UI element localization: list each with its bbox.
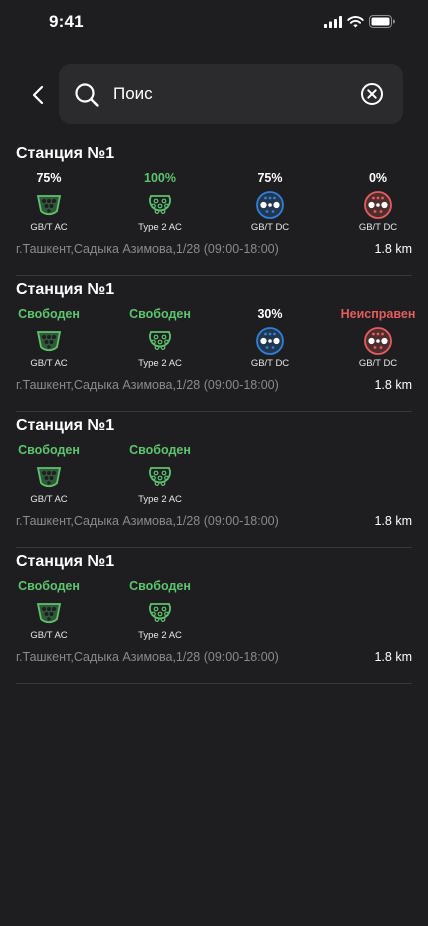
gbt-ac-connector-icon bbox=[34, 462, 64, 492]
connector-item[interactable]: Свободен Type 2 AC bbox=[120, 306, 200, 369]
connector-status: 30% bbox=[257, 307, 283, 321]
gbt-dc-connector-icon bbox=[255, 326, 285, 356]
connector-status: Неисправен bbox=[340, 307, 416, 321]
cellular-signal-icon bbox=[324, 15, 342, 28]
connector-status: Свободен bbox=[18, 579, 80, 593]
connector-item[interactable]: Свободен Type 2 AC bbox=[120, 442, 200, 505]
connector-label: Type 2 AC bbox=[138, 222, 182, 233]
connector-status: 0% bbox=[368, 171, 388, 185]
clear-search-icon[interactable] bbox=[360, 82, 384, 106]
station-address: г.Ташкент,Садыка Азимова,1/28 (09:00-18:… bbox=[16, 650, 279, 664]
gbt-ac-connector-icon bbox=[34, 326, 64, 356]
search-bar[interactable] bbox=[59, 64, 403, 124]
station-distance: 1.8 km bbox=[374, 378, 412, 392]
connector-status: Свободен bbox=[129, 443, 191, 457]
search-icon bbox=[75, 83, 99, 107]
station-address: г.Ташкент,Садыка Азимова,1/28 (09:00-18:… bbox=[16, 378, 279, 392]
station-card[interactable]: Станция №1 Свободен GB/T AC Свободен Type 2 … bbox=[16, 276, 415, 412]
station-title: Станция №1 bbox=[16, 417, 115, 434]
connector-status: Свободен bbox=[18, 307, 80, 321]
connector-item[interactable]: Свободен GB/T AC bbox=[9, 578, 89, 641]
connector-label: GB/T AC bbox=[30, 630, 68, 641]
connector-status: Свободен bbox=[129, 579, 191, 593]
type2-ac-connector-icon bbox=[145, 326, 175, 356]
connector-status: Свободен bbox=[129, 307, 191, 321]
chevron-left-icon bbox=[32, 85, 44, 105]
connector-label: GB/T AC bbox=[30, 358, 68, 369]
connector-label: Type 2 AC bbox=[138, 630, 182, 641]
station-card[interactable]: Станция №1 Свободен GB/T AC Свободен Type 2 … bbox=[16, 412, 412, 548]
station-address: г.Ташкент,Садыка Азимова,1/28 (09:00-18:… bbox=[16, 514, 279, 528]
connector-status: Свободен bbox=[18, 443, 80, 457]
connector-item[interactable]: 30% GB/T DC bbox=[230, 306, 310, 369]
connector-item[interactable]: 75% GB/T DC bbox=[230, 170, 310, 233]
station-card[interactable]: Станция №1 Свободен GB/T AC Свободен Type 2 … bbox=[16, 548, 412, 684]
station-title: Станция №1 bbox=[16, 553, 115, 570]
station-distance: 1.8 km bbox=[374, 650, 412, 664]
connector-status: 100% bbox=[144, 171, 176, 185]
station-distance: 1.8 km bbox=[374, 514, 412, 528]
connector-item[interactable]: 0% GB/T DC bbox=[338, 170, 418, 233]
search-input[interactable] bbox=[113, 83, 343, 105]
station-card[interactable]: Станция №1 75% GB/T AC 100% Type 2 AC 75% GB/T… bbox=[16, 140, 412, 276]
connector-label: GB/T DC bbox=[358, 358, 398, 369]
status-icons bbox=[324, 15, 396, 28]
connector-item[interactable]: Свободен Type 2 AC bbox=[120, 578, 200, 641]
status-bar: 9:41 bbox=[0, 0, 428, 44]
status-time: 9:41 bbox=[49, 12, 84, 31]
connector-label: GB/T AC bbox=[30, 222, 68, 233]
station-address: г.Ташкент,Садыка Азимова,1/28 (09:00-18:… bbox=[16, 242, 279, 256]
gbt-dc-connector-icon bbox=[363, 190, 393, 220]
station-title: Станция №1 bbox=[16, 145, 115, 162]
station-list: Станция №1 75% GB/T AC 100% Type 2 AC 75% GB/T… bbox=[16, 140, 415, 684]
battery-icon bbox=[369, 15, 395, 28]
type2-ac-connector-icon bbox=[145, 190, 175, 220]
type2-ac-connector-icon bbox=[145, 598, 175, 628]
connector-label: GB/T DC bbox=[250, 222, 290, 233]
connector-item[interactable]: 75% GB/T AC bbox=[9, 170, 89, 233]
connector-item[interactable]: Свободен GB/T AC bbox=[9, 306, 89, 369]
connector-label: Type 2 AC bbox=[138, 358, 182, 369]
connector-item[interactable]: Свободен GB/T AC bbox=[9, 442, 89, 505]
back-button[interactable] bbox=[26, 80, 50, 110]
gbt-dc-connector-icon bbox=[363, 326, 393, 356]
connector-item[interactable]: Неисправен GB/T DC bbox=[338, 306, 418, 369]
connector-item[interactable]: 100% Type 2 AC bbox=[120, 170, 200, 233]
connector-label: Type 2 AC bbox=[138, 494, 182, 505]
gbt-ac-connector-icon bbox=[34, 190, 64, 220]
station-title: Станция №1 bbox=[16, 281, 115, 298]
wifi-icon bbox=[347, 15, 364, 27]
connector-label: GB/T DC bbox=[250, 358, 290, 369]
connector-status: 75% bbox=[257, 171, 283, 185]
station-distance: 1.8 km bbox=[374, 242, 412, 256]
connector-label: GB/T AC bbox=[30, 494, 68, 505]
connector-status: 75% bbox=[36, 171, 62, 185]
connector-label: GB/T DC bbox=[358, 222, 398, 233]
type2-ac-connector-icon bbox=[145, 462, 175, 492]
gbt-dc-connector-icon bbox=[255, 190, 285, 220]
gbt-ac-connector-icon bbox=[34, 598, 64, 628]
